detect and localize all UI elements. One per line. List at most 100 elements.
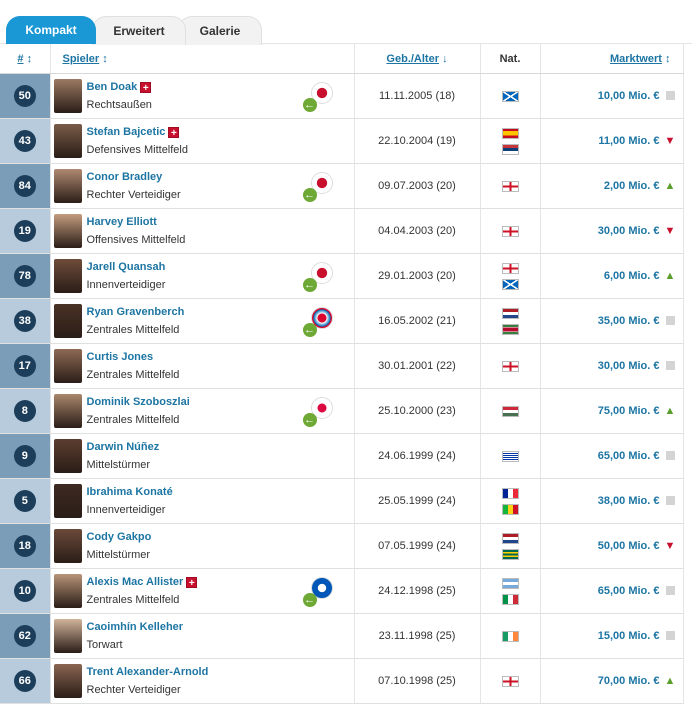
player-photo[interactable] (53, 124, 82, 158)
tab-erweitert[interactable]: Erweitert (92, 16, 186, 45)
flag-england-icon[interactable] (501, 225, 519, 237)
player-name-link[interactable]: Trent Alexander-Arnold (87, 666, 209, 678)
trend-up-arrow-icon[interactable]: ▲ (665, 270, 676, 282)
market-value-link[interactable]: 65,00 Mio. € (598, 450, 660, 462)
sort-link-number[interactable]: # (17, 53, 23, 65)
loan-return-indicator[interactable]: ← (302, 82, 333, 112)
market-value-link[interactable]: 38,00 Mio. € (598, 495, 660, 507)
trend-unchanged-icon[interactable] (665, 451, 675, 460)
column-header-player[interactable]: Spieler ↕ (50, 44, 355, 74)
player-photo[interactable] (53, 349, 82, 383)
player-name-link[interactable]: Ben Doak + (87, 81, 152, 94)
player-name-link[interactable]: Stefan Bajcetic + (87, 126, 180, 139)
loan-return-indicator[interactable]: ← (302, 307, 333, 337)
player-name-link[interactable]: Conor Bradley (87, 171, 163, 183)
market-value-link[interactable]: 15,00 Mio. € (598, 630, 660, 642)
loan-return-indicator[interactable]: ← (302, 577, 333, 607)
flag-hungary-icon[interactable] (501, 405, 519, 417)
trend-up-arrow-icon[interactable]: ▲ (665, 675, 676, 687)
flag-england-icon[interactable] (501, 360, 519, 372)
flag-france-icon[interactable] (501, 487, 519, 499)
player-cell: Caoimhín Kelleher Torwart (50, 613, 355, 659)
flag-spain-icon[interactable] (501, 127, 519, 139)
player-name-link[interactable]: Ibrahima Konaté (87, 486, 173, 498)
market-value-link[interactable]: 30,00 Mio. € (598, 225, 660, 237)
market-value-link[interactable]: 75,00 Mio. € (598, 405, 660, 417)
player-name-link[interactable]: Alexis Mac Allister + (87, 576, 198, 589)
trend-unchanged-icon[interactable] (665, 496, 675, 505)
player-photo[interactable] (53, 79, 82, 113)
loan-return-indicator[interactable]: ← (302, 172, 333, 202)
flag-scotland-icon[interactable] (501, 278, 519, 290)
player-name-link[interactable]: Curtis Jones (87, 351, 154, 363)
player-name-link[interactable]: Caoimhín Kelleher (87, 621, 184, 633)
flag-netherlands-icon[interactable] (501, 532, 519, 544)
player-photo[interactable] (53, 169, 82, 203)
player-name-link[interactable]: Ryan Gravenberch (87, 306, 185, 318)
player-photo[interactable] (53, 574, 82, 608)
flag-uruguay-icon[interactable] (501, 450, 519, 462)
flag-togo-icon[interactable] (501, 548, 519, 560)
trend-down-arrow-icon[interactable]: ▼ (665, 135, 676, 147)
trend-up-arrow-icon[interactable]: ▲ (665, 180, 676, 192)
trend-unchanged-icon[interactable] (665, 631, 675, 640)
loan-return-indicator[interactable]: ← (302, 397, 333, 427)
injury-icon[interactable]: + (186, 577, 198, 589)
market-value-link[interactable]: 50,00 Mio. € (598, 540, 660, 552)
player-photo[interactable] (53, 394, 82, 428)
column-header-market-value[interactable]: Marktwert ↕ (540, 44, 684, 74)
flag-england-icon[interactable] (501, 262, 519, 274)
player-photo[interactable] (53, 484, 82, 518)
tab-galerie[interactable]: Galerie (178, 16, 262, 45)
flag-mali-icon[interactable] (501, 503, 519, 515)
flag-england-icon[interactable] (501, 180, 519, 192)
market-value-link[interactable]: 10,00 Mio. € (598, 90, 660, 102)
market-value-link[interactable]: 30,00 Mio. € (598, 360, 660, 372)
flag-argentina-icon[interactable] (501, 577, 519, 589)
player-photo[interactable] (53, 439, 82, 473)
flag-england-icon[interactable] (501, 675, 519, 687)
injury-icon[interactable]: + (168, 127, 180, 139)
flag-italy-icon[interactable] (501, 593, 519, 605)
market-value-link[interactable]: 65,00 Mio. € (598, 585, 660, 597)
market-value-cell: 38,00 Mio. € (540, 478, 684, 524)
player-name-link[interactable]: Dominik Szoboszlai (87, 396, 190, 408)
column-header-number[interactable]: # ↕ (0, 44, 51, 74)
trend-unchanged-icon[interactable] (665, 586, 675, 595)
player-name-link[interactable]: Harvey Elliott (87, 216, 157, 228)
trend-unchanged-icon[interactable] (665, 316, 675, 325)
market-value-link[interactable]: 70,00 Mio. € (598, 675, 660, 687)
player-name-link[interactable]: Darwin Núñez (87, 441, 160, 453)
trend-unchanged-icon[interactable] (665, 361, 675, 370)
sort-link-player[interactable]: Spieler (63, 53, 100, 65)
player-name-link[interactable]: Cody Gakpo (87, 531, 152, 543)
player-photo[interactable] (53, 664, 82, 698)
player-photo[interactable] (53, 214, 82, 248)
tab-kompakt[interactable]: Kompakt (6, 16, 96, 44)
flag-scotland-icon[interactable] (501, 90, 519, 102)
player-photo[interactable] (53, 259, 82, 293)
player-photo[interactable] (53, 529, 82, 563)
injury-icon[interactable]: + (140, 82, 152, 94)
player-name-link[interactable]: Jarell Quansah (87, 261, 166, 273)
trend-down-arrow-icon[interactable]: ▼ (665, 225, 676, 237)
birth-date-age: 24.06.1999 (24) (354, 433, 481, 479)
sort-link-birth[interactable]: Geb./Alter (386, 53, 439, 65)
market-value-link[interactable]: 11,00 Mio. € (598, 135, 659, 147)
flag-serbia-icon[interactable] (501, 143, 519, 155)
sort-link-market-value[interactable]: Marktwert (610, 53, 662, 65)
market-value-link[interactable]: 2,00 Mio. € (604, 180, 660, 192)
flag-suriname-icon[interactable] (501, 323, 519, 335)
loan-return-indicator[interactable]: ← (302, 262, 333, 292)
flag-ireland-icon[interactable] (501, 630, 519, 642)
trend-unchanged-icon[interactable] (665, 91, 675, 100)
column-header-birth[interactable]: Geb./Alter ↓ (354, 44, 481, 74)
trend-up-arrow-icon[interactable]: ▲ (665, 405, 676, 417)
player-photo[interactable] (53, 304, 82, 338)
market-value-link[interactable]: 35,00 Mio. € (598, 315, 660, 327)
table-row: 84 Conor Bradley Rechter Verteidiger ← 0… (0, 163, 684, 209)
player-photo[interactable] (53, 619, 82, 653)
flag-netherlands-icon[interactable] (501, 307, 519, 319)
trend-down-arrow-icon[interactable]: ▼ (665, 540, 676, 552)
market-value-link[interactable]: 6,00 Mio. € (604, 270, 660, 282)
